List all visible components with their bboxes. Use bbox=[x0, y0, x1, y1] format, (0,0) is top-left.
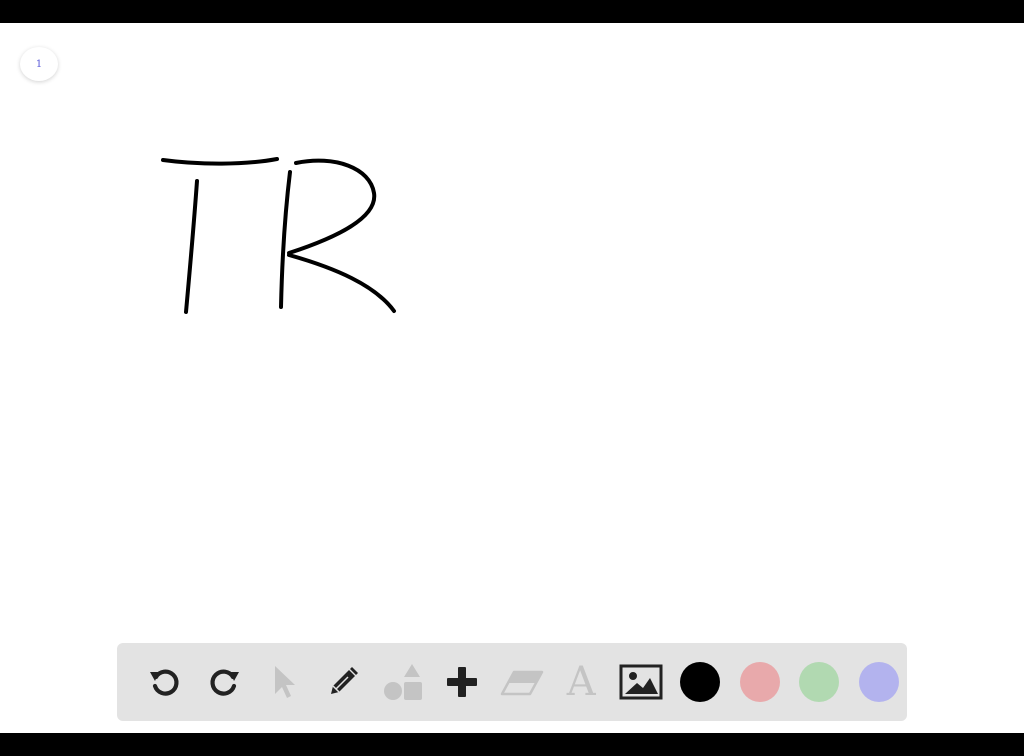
undo-button[interactable] bbox=[135, 654, 195, 710]
whiteboard-canvas[interactable]: 1 A bbox=[0, 23, 1024, 733]
color-swatch-black[interactable] bbox=[671, 654, 731, 710]
app-frame: 1 A bbox=[0, 0, 1024, 756]
select-tool-button[interactable] bbox=[254, 654, 314, 710]
redo-icon bbox=[210, 669, 240, 696]
color-swatch-purple[interactable] bbox=[849, 654, 909, 710]
plus-icon bbox=[447, 667, 478, 697]
image-icon bbox=[619, 664, 663, 700]
shapes-icon bbox=[383, 664, 422, 700]
shapes-tool-button[interactable] bbox=[373, 654, 433, 710]
eraser-icon bbox=[500, 670, 543, 696]
handwriting-drawing bbox=[161, 157, 396, 314]
redo-button[interactable] bbox=[195, 654, 255, 710]
add-button[interactable] bbox=[433, 654, 493, 710]
color-swatch-fill bbox=[858, 662, 899, 702]
drawing-toolbar: A bbox=[117, 643, 907, 721]
text-icon: A bbox=[566, 659, 596, 705]
eraser-tool-button[interactable] bbox=[492, 654, 552, 710]
text-tool-button[interactable]: A bbox=[552, 654, 612, 710]
stroke-r-stem bbox=[279, 170, 292, 309]
undo-icon bbox=[149, 669, 179, 696]
pencil-icon bbox=[331, 667, 359, 694]
color-swatch-fill bbox=[739, 662, 780, 702]
image-tool-button[interactable] bbox=[611, 654, 671, 710]
color-swatch-pink[interactable] bbox=[730, 654, 790, 710]
stroke-t-stem bbox=[184, 179, 199, 314]
pen-tool-button[interactable] bbox=[314, 654, 374, 710]
color-swatch-fill bbox=[799, 662, 840, 702]
color-swatch-fill bbox=[680, 662, 721, 702]
stroke-r-leg bbox=[287, 253, 396, 313]
stroke-t-bar bbox=[161, 157, 279, 166]
color-swatch-green[interactable] bbox=[790, 654, 850, 710]
stroke-r-bowl bbox=[287, 158, 377, 255]
cursor-icon bbox=[274, 666, 295, 698]
